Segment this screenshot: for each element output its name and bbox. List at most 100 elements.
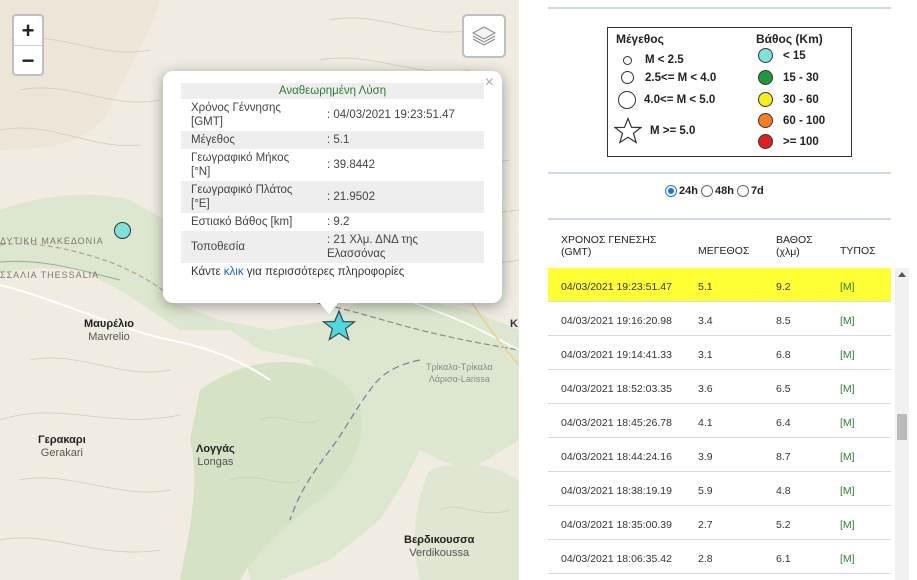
table-header: ΧΡΟΝΟΣ ΓΕΝΕΣΗΣ (GMT) ΜΕΓΕΘΟΣ ΒΑΘΟΣ (χλμ)… (548, 226, 891, 268)
earthquake-marker[interactable] (114, 222, 131, 239)
cell-type: [M] (840, 281, 855, 293)
map-view[interactable]: + − ΔΥΤΙΚΗ ΜΑΚΕΔΟΝΙΑ ΣΣΑΛΙΑ THESSALIA Μα… (0, 0, 519, 580)
popup-value: : 5.1 (317, 131, 484, 149)
large-circle-icon (618, 91, 636, 109)
legend-size-item: 4.0<= M < 5.0 (618, 91, 715, 109)
table-row[interactable]: 04/03/2021 18:45:26.78 4.1 6.4 [M] (548, 404, 891, 438)
scrollbar-thumb[interactable] (897, 414, 907, 440)
place-name-latin: Gerakari (40, 447, 83, 459)
place-name-latin: Λάρισα-Larissa (428, 374, 490, 384)
place-label-cut: Κ (510, 318, 518, 330)
legend-depth-item: 15 - 30 (758, 70, 819, 85)
depth-color-swatch (758, 48, 773, 63)
more-text: για περισσότερες πληροφορίες (243, 266, 405, 278)
cell-time: 04/03/2021 18:38:19.19 (561, 485, 672, 497)
popup-row: Χρόνος Γέννησης [GMT] : 04/03/2021 19:23… (181, 99, 484, 131)
more-info-link[interactable]: κλικ (224, 266, 244, 278)
star-icon (614, 117, 642, 144)
more-text: Κάντε (191, 266, 224, 278)
cell-depth: 8.7 (776, 451, 791, 463)
place-name: Βερδικουσσα (404, 534, 475, 546)
cell-magnitude: 2.7 (698, 519, 713, 531)
region-label: ΣΣΑΛΙΑ THESSALIA (0, 270, 100, 280)
table-row[interactable]: 04/03/2021 18:52:03.35 3.6 6.5 [M] (548, 370, 891, 404)
cell-type: [M] (840, 485, 855, 497)
cell-time: 04/03/2021 19:14:41.33 (561, 349, 672, 361)
popup-details: Χρόνος Γέννησης [GMT] : 04/03/2021 19:23… (181, 99, 484, 263)
table-row[interactable]: 04/03/2021 18:06:35.42 2.8 6.1 [M] (548, 540, 891, 574)
zoom-out-button[interactable]: − (14, 45, 42, 74)
place-name-latin: Verdikoussa (409, 547, 470, 559)
period-label: 48h (714, 185, 734, 197)
popup-value: : 21.9502 (317, 181, 484, 213)
table-row[interactable]: 04/03/2021 18:35:00.39 2.7 5.2 [M] (548, 506, 891, 540)
popup-label: Μέγεθος (181, 131, 317, 149)
legend-size-item: 2.5<= M < 4.0 (620, 71, 716, 84)
depth-color-swatch (758, 113, 773, 128)
legend: Μέγεθος Βάθος (Km) M < 2.5 2.5<= M < 4.0… (607, 27, 852, 157)
cell-depth: 5.2 (776, 519, 791, 531)
zoom-in-button[interactable]: + (14, 16, 42, 45)
cell-time: 04/03/2021 18:52:03.35 (561, 383, 672, 395)
legend-depth-item: 30 - 60 (758, 92, 819, 107)
popup-label: Γεωγραφικό Πλάτος [°E] (181, 181, 317, 213)
cell-type: [M] (840, 451, 855, 463)
legend-depth-item: 60 - 100 (758, 113, 825, 128)
cell-depth: 4.8 (776, 485, 791, 497)
cell-magnitude: 5.9 (698, 485, 713, 497)
popup-title: Αναθεωρημένη Λύση (181, 83, 484, 99)
scroll-up-arrow-icon[interactable] (898, 272, 906, 277)
cell-magnitude: 4.1 (698, 417, 713, 429)
table-row[interactable]: 04/03/2021 19:23:51.47 5.1 9.2 [M] (548, 268, 891, 302)
cell-time: 04/03/2021 18:35:00.39 (561, 519, 672, 531)
table-row[interactable]: 04/03/2021 18:44:24.16 3.9 8.7 [M] (548, 438, 891, 472)
depth-color-swatch (758, 70, 773, 85)
legend-size-label: 4.0<= M < 5.0 (644, 94, 716, 106)
popup-label: Εστιακό Βάθος [km] (191, 216, 293, 228)
scrollbar[interactable] (895, 268, 909, 580)
place-label: Γερακαρι Gerakari (38, 434, 86, 460)
place-label: Μαυρέλιο Mavrelio (84, 318, 134, 344)
cell-magnitude: 3.1 (698, 349, 713, 361)
period-radio-7d[interactable] (736, 185, 749, 197)
popup-value: : 04/03/2021 19:23:51.47 (327, 109, 455, 121)
earthquake-star-marker[interactable] (322, 309, 356, 343)
table-row[interactable]: 04/03/2021 19:16:20.98 3.4 8.5 [M] (548, 302, 891, 336)
legend-depth-label: 30 - 60 (783, 93, 819, 106)
cell-type: [M] (840, 315, 855, 327)
period-radio-24h[interactable] (665, 185, 677, 197)
header-depth: ΒΑΘΟΣ (χλμ) (776, 234, 813, 258)
popup-row: Εστιακό Βάθος [km] : 9.2 (181, 213, 484, 231)
cell-type: [M] (840, 553, 855, 565)
cell-time: 04/03/2021 18:06:35.42 (561, 553, 672, 565)
place-name-latin: Longas (197, 456, 234, 468)
small-circle-icon (623, 55, 632, 65)
depth-color-swatch (758, 134, 773, 149)
layers-button[interactable] (462, 14, 506, 58)
period-radio-48h[interactable] (700, 185, 713, 197)
divider (548, 218, 891, 220)
popup-close-button[interactable]: × (485, 74, 494, 92)
cell-depth: 8.5 (776, 315, 791, 327)
popup-row: Γεωγραφικό Πλάτος [°E] : 21.9502 (181, 181, 484, 213)
header-magnitude: ΜΕΓΕΘΟΣ (698, 245, 750, 257)
legend-depth-item: < 15 (758, 48, 806, 63)
place-label: Λογγάς Longas (196, 443, 235, 469)
cell-type: [M] (840, 349, 855, 361)
table-row[interactable]: 04/03/2021 19:14:41.33 3.1 6.8 [M] (548, 336, 891, 370)
legend-depth-title: Βάθος (Km) (756, 32, 823, 46)
table-row[interactable]: 04/03/2021 18:38:19.19 5.9 4.8 [M] (548, 472, 891, 506)
popup-tip (319, 302, 339, 314)
place-name: Μαυρέλιο (84, 318, 134, 330)
period-label: 7d (750, 185, 764, 197)
cell-magnitude: 2.8 (698, 553, 713, 565)
popup-value: : 21 Χλμ. ΔΝΔ της Ελασσόνας (317, 231, 484, 263)
cell-magnitude: 3.4 (698, 315, 713, 327)
layers-icon (471, 26, 497, 46)
zoom-control: + − (12, 14, 44, 76)
legend-size-title: Μέγεθος (616, 32, 664, 46)
place-name: Λογγάς (196, 443, 235, 455)
cell-type: [M] (840, 417, 855, 429)
cell-depth: 6.8 (776, 349, 791, 361)
cell-depth: 6.4 (776, 417, 791, 429)
